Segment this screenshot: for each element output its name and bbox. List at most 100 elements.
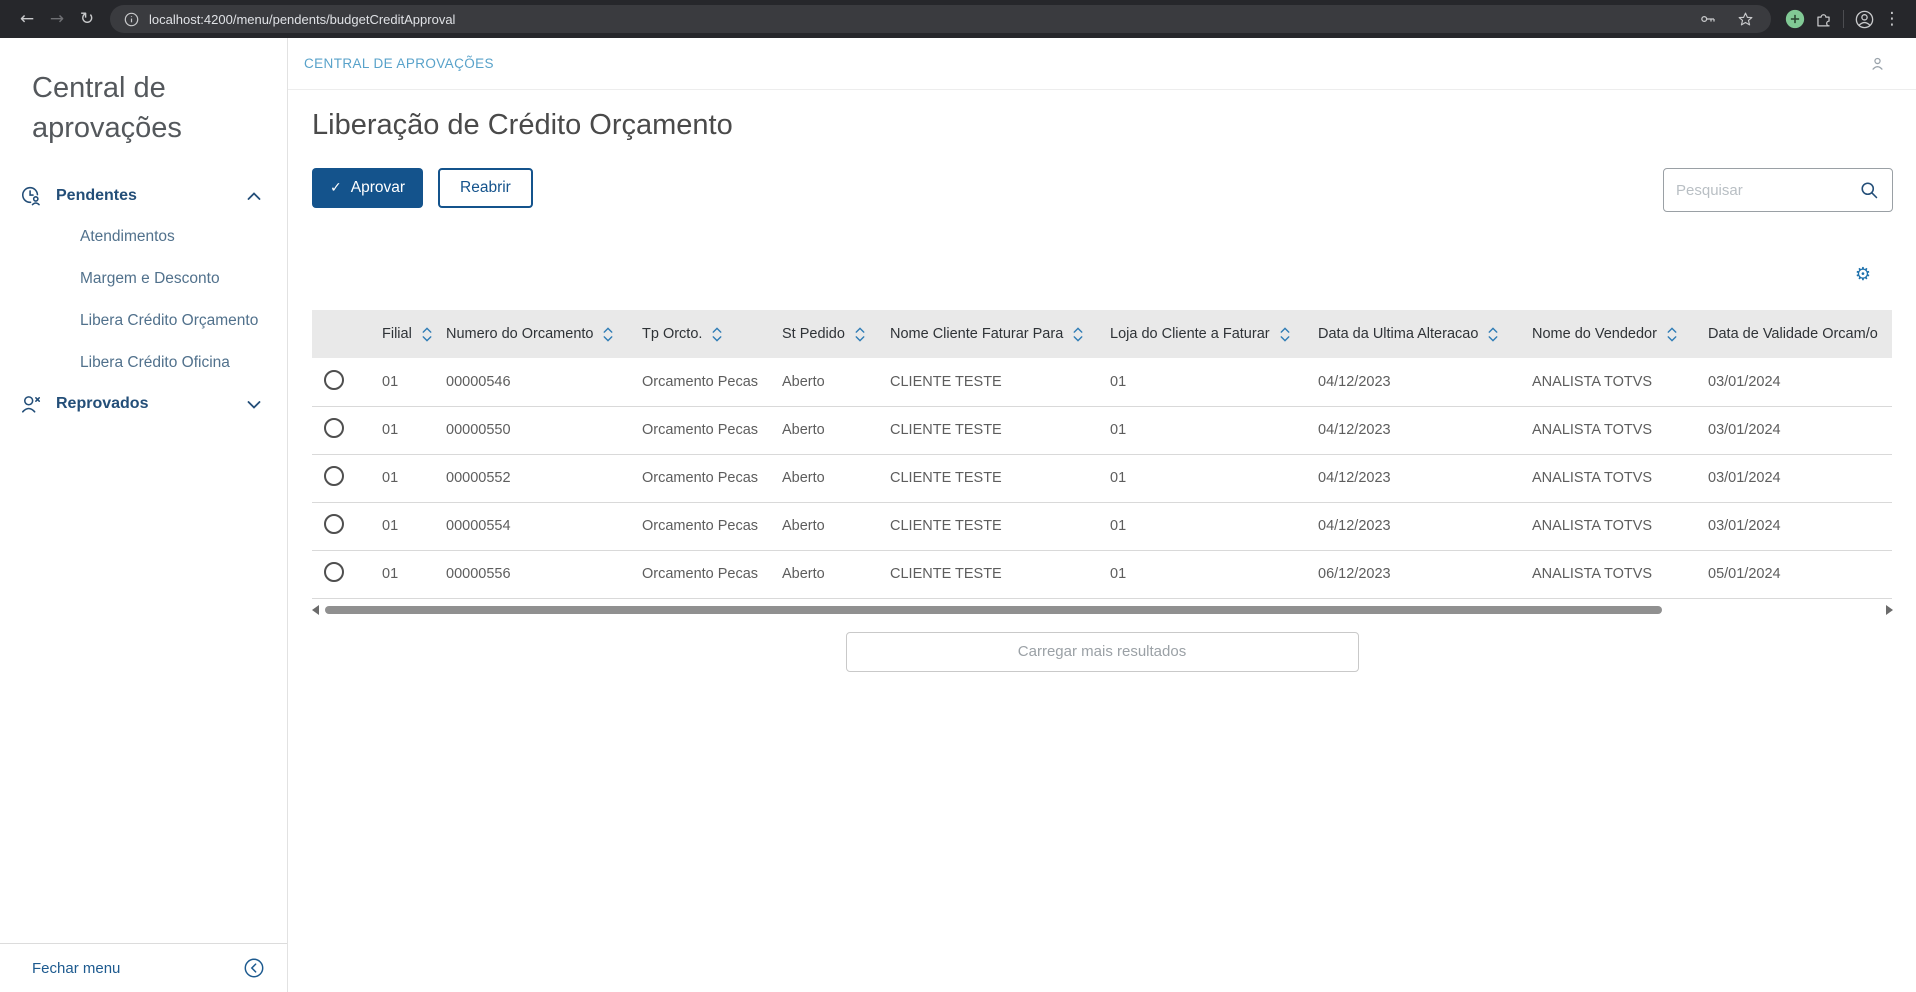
reopen-button[interactable]: Reabrir — [438, 168, 533, 208]
column-header[interactable]: St Pedido — [770, 310, 878, 358]
browser-menu-icon[interactable]: ⋮ — [1878, 5, 1906, 33]
chevron-left-circle-icon — [243, 957, 265, 979]
load-more-button[interactable]: Carregar mais resultados — [846, 632, 1359, 672]
sidebar-menu: Pendentes AtendimentosMargem e DescontoL… — [0, 176, 287, 424]
reload-icon[interactable]: ↻ — [72, 9, 102, 29]
table-cell: ANALISTA TOTVS — [1520, 406, 1696, 454]
bookmark-star-icon[interactable] — [1731, 5, 1759, 33]
column-header[interactable]: Numero do Orcamento — [434, 310, 630, 358]
table-cell: 05/01/2024 — [1696, 550, 1892, 598]
table-cell: 03/01/2024 — [1696, 502, 1892, 550]
column-header[interactable]: Nome do Vendedor — [1520, 310, 1696, 358]
sort-icon[interactable] — [712, 327, 722, 342]
sort-icon[interactable] — [422, 327, 432, 342]
column-header[interactable]: Data da Ultima Alteracao — [1306, 310, 1520, 358]
table-row[interactable]: 0100000552Orcamento PecasAbertoCLIENTE T… — [312, 454, 1892, 502]
sort-icon[interactable] — [1667, 327, 1677, 342]
search-icon[interactable] — [1859, 180, 1880, 201]
sidebar-subitem-libera-credito-oficina[interactable]: Libera Crédito Oficina — [0, 342, 287, 384]
gear-icon[interactable]: ⚙ — [1855, 266, 1871, 284]
actions-row: ✓ Aprovar Reabrir — [312, 168, 1893, 212]
column-header-label: Loja do Cliente a Faturar — [1110, 326, 1270, 342]
address-bar[interactable]: localhost:4200/menu/pendents/budgetCredi… — [110, 5, 1771, 33]
breadcrumb[interactable]: CENTRAL DE APROVAÇÕES — [304, 56, 494, 71]
table-row[interactable]: 0100000554Orcamento PecasAbertoCLIENTE T… — [312, 502, 1892, 550]
forward-icon[interactable]: → — [42, 9, 72, 29]
table-settings-row: ⚙ — [312, 266, 1893, 284]
check-icon: ✓ — [330, 180, 342, 196]
column-header[interactable]: Nome Cliente Faturar Para — [878, 310, 1098, 358]
toolbar-divider — [1843, 10, 1844, 28]
page-content: Liberação de Crédito Orçamento ✓ Aprovar… — [288, 90, 1916, 672]
chevron-up-icon — [247, 192, 261, 201]
sidebar-item-label: Pendentes — [56, 187, 137, 205]
sort-icon[interactable] — [1073, 327, 1083, 342]
horizontal-scrollbar — [312, 604, 1893, 616]
column-header-label: Data de Validade Orcam/o — [1708, 326, 1878, 342]
column-header[interactable]: Loja do Cliente a Faturar — [1098, 310, 1306, 358]
sidebar-subitem-margem-e-desconto[interactable]: Margem e Desconto — [0, 258, 287, 300]
table-cell: CLIENTE TESTE — [878, 550, 1098, 598]
table-cell: 01 — [1098, 454, 1306, 502]
table-cell: 04/12/2023 — [1306, 454, 1520, 502]
back-icon[interactable]: ← — [12, 9, 42, 29]
column-header[interactable]: Tp Orcto. — [630, 310, 770, 358]
column-header-label: St Pedido — [782, 326, 845, 342]
table-cell: 01 — [1098, 406, 1306, 454]
table-cell: 03/01/2024 — [1696, 358, 1892, 406]
row-select-radio[interactable] — [324, 562, 344, 582]
sidebar-item-pendentes[interactable]: Pendentes — [0, 176, 287, 216]
table-cell: 00000552 — [434, 454, 630, 502]
extensions-puzzle-icon[interactable] — [1809, 5, 1837, 33]
main-area: CENTRAL DE APROVAÇÕES Liberação de Crédi… — [288, 38, 1916, 992]
row-select-radio[interactable] — [324, 418, 344, 438]
submenu-pendentes: AtendimentosMargem e DescontoLibera Créd… — [0, 216, 287, 384]
sort-icon[interactable] — [1280, 327, 1290, 342]
table-row[interactable]: 0100000550Orcamento PecasAbertoCLIENTE T… — [312, 406, 1892, 454]
results-table: Filial Numero do Orcamento Tp Orcto. St Ped… — [312, 310, 1892, 599]
sidebar-item-reprovados[interactable]: Reprovados — [0, 384, 287, 424]
row-select-radio[interactable] — [324, 514, 344, 534]
main-header: CENTRAL DE APROVAÇÕES — [288, 38, 1916, 90]
table-cell: CLIENTE TESTE — [878, 454, 1098, 502]
table-cell: 01 — [370, 454, 434, 502]
password-key-icon[interactable] — [1694, 5, 1722, 33]
sidebar-item-label: Reprovados — [56, 395, 148, 413]
column-header-label: Nome do Vendedor — [1532, 326, 1657, 342]
site-info-icon[interactable] — [122, 5, 140, 33]
row-select-radio[interactable] — [324, 370, 344, 390]
table-cell: Orcamento Pecas — [630, 406, 770, 454]
table-cell: 04/12/2023 — [1306, 502, 1520, 550]
sidebar-subitem-atendimentos[interactable]: Atendimentos — [0, 216, 287, 258]
table-cell: CLIENTE TESTE — [878, 406, 1098, 454]
profile-avatar-icon[interactable] — [1850, 5, 1878, 33]
collapse-menu-label: Fechar menu — [32, 960, 120, 977]
table-cell: 00000554 — [434, 502, 630, 550]
search-input[interactable] — [1676, 182, 1859, 199]
scroll-left-icon[interactable] — [312, 605, 319, 615]
table-cell: 01 — [1098, 502, 1306, 550]
row-select-radio[interactable] — [324, 466, 344, 486]
table-row[interactable]: 0100000546Orcamento PecasAbertoCLIENTE T… — [312, 358, 1892, 406]
scrollbar-thumb[interactable] — [325, 606, 1662, 614]
column-header-label: Numero do Orcamento — [446, 326, 593, 342]
table-cell: Aberto — [770, 358, 878, 406]
sort-icon[interactable] — [855, 327, 865, 342]
table-cell: 06/12/2023 — [1306, 550, 1520, 598]
scroll-right-icon[interactable] — [1886, 605, 1893, 615]
sort-icon[interactable] — [1488, 327, 1498, 342]
table-row[interactable]: 0100000556Orcamento PecasAbertoCLIENTE T… — [312, 550, 1892, 598]
user-icon[interactable] — [1869, 55, 1886, 72]
table-cell: 00000546 — [434, 358, 630, 406]
approve-button[interactable]: ✓ Aprovar — [312, 168, 423, 208]
user-x-icon — [20, 393, 42, 415]
column-header[interactable]: Filial — [370, 310, 434, 358]
sidebar-subitem-libera-credito-orcamento[interactable]: Libera Crédito Orçamento — [0, 300, 287, 342]
table-cell: ANALISTA TOTVS — [1520, 454, 1696, 502]
column-header[interactable]: Data de Validade Orcam/o — [1696, 310, 1892, 358]
sort-icon[interactable] — [603, 327, 613, 342]
new-extension-plus-icon[interactable] — [1781, 5, 1809, 33]
url-text[interactable]: localhost:4200/menu/pendents/budgetCredi… — [149, 12, 1685, 27]
select-column-header — [312, 310, 370, 358]
collapse-menu-button[interactable]: Fechar menu — [0, 943, 287, 992]
